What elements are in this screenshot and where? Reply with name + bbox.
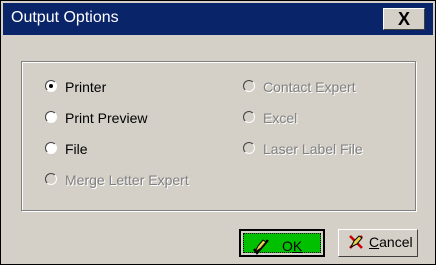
close-button[interactable]: X bbox=[383, 8, 425, 30]
radio-button-icon bbox=[243, 80, 255, 92]
radio-label: File bbox=[65, 141, 88, 157]
title-bar: Output Options X bbox=[3, 3, 433, 35]
radio-label: Printer bbox=[65, 79, 107, 95]
radio-label: Print Preview bbox=[65, 110, 148, 126]
radio-button-icon bbox=[45, 80, 57, 92]
radio-label: Excel bbox=[263, 110, 298, 126]
radio-button-icon bbox=[45, 173, 57, 185]
ok-label: OK bbox=[282, 238, 303, 254]
radio-button-icon bbox=[243, 142, 255, 154]
output-options-dialog: Output Options X Printer Print Preview F… bbox=[0, 0, 436, 265]
radio-label: Merge Letter Expert bbox=[65, 172, 189, 188]
radio-button-icon bbox=[45, 142, 57, 154]
pencil-check-icon bbox=[253, 239, 269, 255]
close-icon: X bbox=[397, 9, 410, 29]
pencil-x-icon bbox=[349, 235, 363, 249]
radio-button-icon bbox=[243, 111, 255, 123]
cancel-label: Cancel bbox=[369, 234, 413, 250]
dialog-title: Output Options bbox=[11, 9, 119, 26]
radio-label: Contact Expert bbox=[263, 79, 356, 95]
radio-label: Laser Label File bbox=[263, 141, 363, 157]
cancel-button[interactable]: Cancel bbox=[338, 229, 418, 257]
ok-button[interactable]: OK bbox=[239, 229, 325, 257]
ok-button-face: OK bbox=[243, 233, 321, 255]
radio-button-icon bbox=[45, 111, 57, 123]
